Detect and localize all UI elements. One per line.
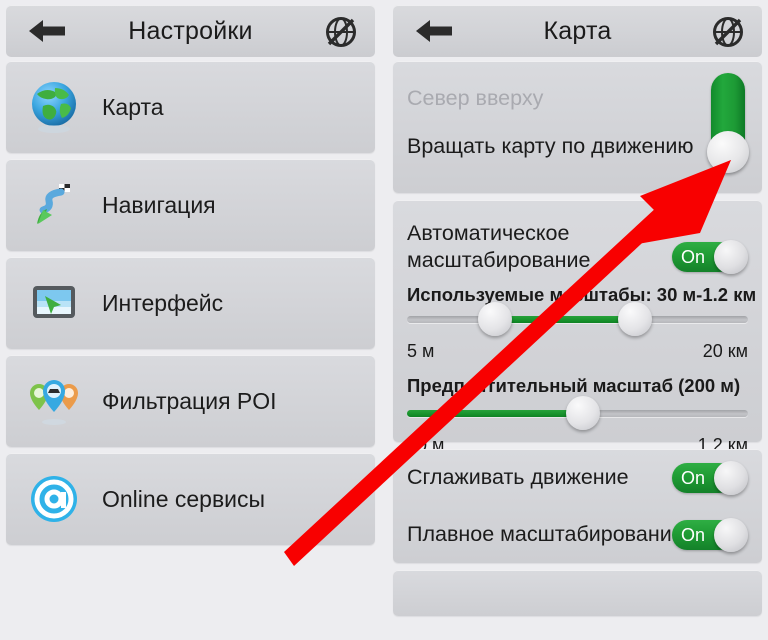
poi-pins-icon bbox=[6, 372, 102, 430]
smooth-zoom-row[interactable]: Плавное масштабирование On bbox=[393, 506, 762, 563]
at-sign-icon bbox=[6, 470, 102, 528]
crossed-globe-icon[interactable] bbox=[323, 14, 359, 50]
smooth-motion-label: Сглаживать движение bbox=[407, 465, 629, 489]
slider-handle[interactable] bbox=[566, 396, 600, 430]
slider-fill bbox=[407, 410, 583, 417]
crossed-globe-icon[interactable] bbox=[710, 14, 746, 50]
right-title-bar: Карта bbox=[393, 5, 762, 57]
sidebar-item-label: Интерфейс bbox=[102, 289, 224, 316]
sidebar-item-interface[interactable]: Интерфейс bbox=[6, 257, 375, 349]
smooth-zoom-label: Плавное масштабирование bbox=[407, 522, 684, 546]
back-arrow-icon[interactable] bbox=[24, 14, 70, 48]
sidebar-item-online-services[interactable]: Online сервисы bbox=[6, 453, 375, 545]
sidebar-item-poi-filter[interactable]: Фильтрация POI bbox=[6, 355, 375, 447]
smooth-zoom-toggle[interactable]: On bbox=[672, 517, 748, 552]
north-up-label: Север вверху bbox=[407, 86, 544, 110]
sidebar-item-map[interactable]: Карта bbox=[6, 61, 375, 153]
auto-zoom-label: Автоматическое масштабирование bbox=[407, 221, 591, 272]
motion-card: Сглаживать движение On Плавное масштабир… bbox=[393, 449, 762, 563]
next-card-partial[interactable] bbox=[393, 570, 762, 616]
scale-range-ticks: 5 м 20 км bbox=[407, 341, 748, 362]
settings-panel: Настройки Карта Навигация Интерфейс Филь… bbox=[0, 0, 381, 640]
smooth-motion-toggle[interactable]: On bbox=[672, 460, 748, 495]
sidebar-item-label: Online сервисы bbox=[102, 485, 266, 512]
preferred-scale-slider[interactable] bbox=[407, 396, 748, 430]
scale-range-slider[interactable] bbox=[407, 302, 748, 336]
settings-list: Карта Навигация Интерфейс Фильтрация POI… bbox=[0, 61, 381, 640]
toggle-knob[interactable] bbox=[707, 131, 749, 173]
rotate-map-toggle[interactable] bbox=[707, 73, 749, 173]
auto-zoom-card: Автоматическое масштабирование On Исполь… bbox=[393, 200, 762, 455]
screen-cursor-icon bbox=[6, 274, 102, 332]
globe-icon bbox=[6, 78, 102, 136]
toggle-knob[interactable] bbox=[714, 240, 748, 274]
sidebar-item-label: Навигация bbox=[102, 191, 216, 218]
slider-fill bbox=[495, 316, 623, 323]
rotate-map-label: Вращать карту по движению bbox=[407, 134, 694, 158]
sidebar-item-label: Карта bbox=[102, 93, 164, 120]
slider-handle-min[interactable] bbox=[478, 302, 512, 336]
back-arrow-icon[interactable] bbox=[411, 14, 457, 48]
route-flag-icon bbox=[6, 176, 102, 234]
range-min-tick: 5 м bbox=[407, 341, 435, 361]
range-max-tick: 20 км bbox=[702, 341, 748, 361]
app-screen: Настройки Карта Навигация Интерфейс Филь… bbox=[0, 0, 768, 640]
toggle-knob[interactable] bbox=[714, 517, 748, 552]
sidebar-item-navigation[interactable]: Навигация bbox=[6, 159, 375, 251]
auto-zoom-toggle[interactable]: On bbox=[672, 240, 748, 274]
toggle-knob[interactable] bbox=[714, 460, 748, 495]
smooth-motion-row[interactable]: Сглаживать движение On bbox=[393, 449, 762, 506]
map-settings-panel: Карта Север вверху Вращать карту по движ… bbox=[387, 0, 768, 640]
left-title-bar: Настройки bbox=[6, 5, 375, 57]
preferred-scale-caption: Предпочтительный масштаб (200 м) bbox=[407, 375, 741, 396]
rotate-map-card: Север вверху Вращать карту по движению bbox=[393, 61, 762, 193]
map-settings-cards: Север вверху Вращать карту по движению А… bbox=[387, 61, 768, 640]
slider-handle-max[interactable] bbox=[618, 302, 652, 336]
sidebar-item-label: Фильтрация POI bbox=[102, 387, 277, 414]
